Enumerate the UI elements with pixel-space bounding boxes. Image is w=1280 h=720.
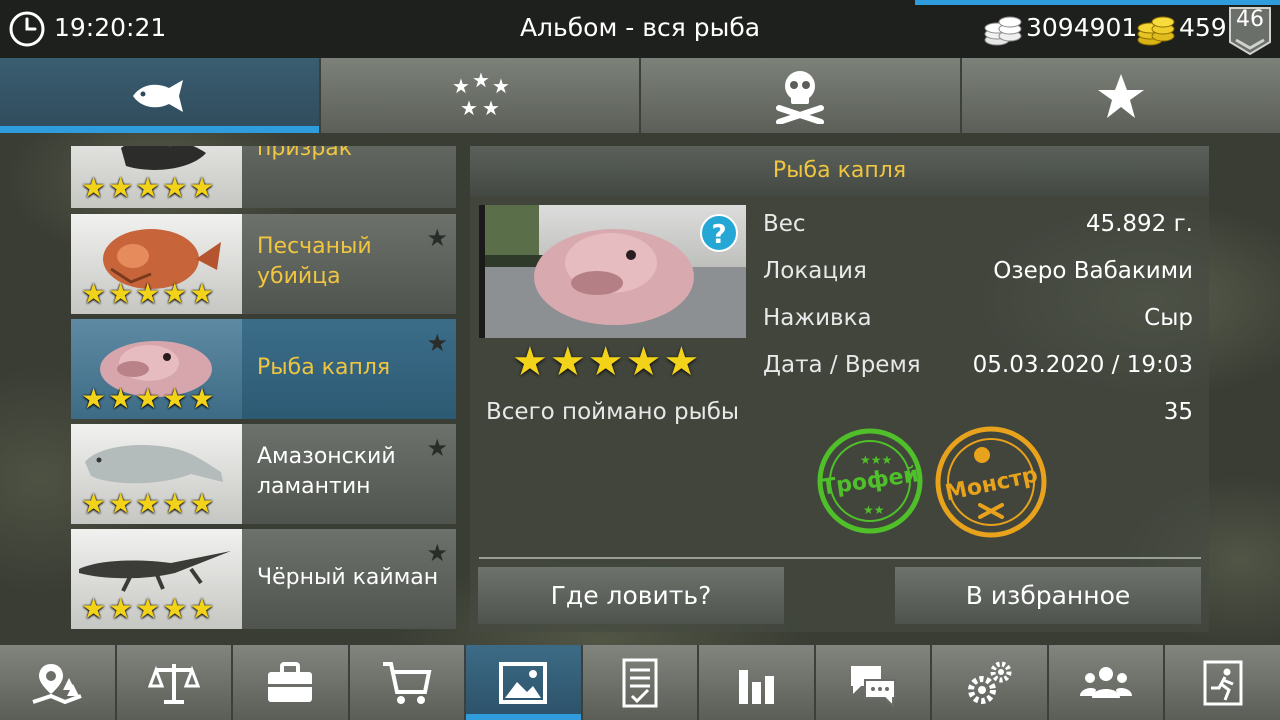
favorite-star-icon[interactable]: ★ <box>426 539 448 567</box>
fish-rating-stars: ★★★★★ <box>81 487 217 520</box>
favorite-star-icon[interactable]: ★ <box>426 329 448 357</box>
list-item-fish-1[interactable]: ★★★★★ Песчаный убийца ★ <box>71 214 456 314</box>
map-icon <box>32 663 82 704</box>
fish-rating-stars: ★★★★★ <box>81 171 217 204</box>
monster-stamp-icon: Монстр <box>935 426 1047 538</box>
where-to-fish-button[interactable]: Где ловить? <box>478 567 784 624</box>
location-value: Озеро Вабакими <box>993 258 1193 284</box>
exit-icon <box>1203 660 1243 705</box>
list-item-fish-0[interactable]: ★★★★★ Каменный призрак <box>71 146 456 208</box>
help-icon[interactable]: ? <box>700 214 738 252</box>
fish-detail-panel: Рыба капля ? ★★★★★ Вес 45.892 г. Локация… <box>470 146 1209 632</box>
fish-rating-stars: ★★★★★ <box>81 277 217 310</box>
nav-settings[interactable] <box>932 645 1049 720</box>
level-progress-bar <box>915 0 1280 5</box>
divider <box>479 557 1201 559</box>
favorite-star-icon[interactable]: ★ <box>426 434 448 462</box>
nav-shop[interactable] <box>349 645 467 720</box>
datetime-value: 05.03.2020 / 19:03 <box>972 352 1193 378</box>
stars-icon: ★ ★ ★ ★ ★ <box>452 71 510 120</box>
favorite-star-icon[interactable]: ★ <box>426 224 448 252</box>
trophy-badge-label: Трофей <box>820 462 921 500</box>
nav-friends[interactable] <box>1048 645 1166 720</box>
tab-favorites[interactable] <box>961 58 1280 133</box>
fish-detail-title: Рыба капля <box>470 146 1209 196</box>
svg-text:★★: ★★ <box>863 503 885 517</box>
fish-rating-stars: ★★★★★ <box>512 339 702 385</box>
status-bar: 19:20:21 Альбом - вся рыба 3094901 459 4… <box>0 0 1280 58</box>
nav-exit[interactable] <box>1165 645 1280 720</box>
bait-value: Сыр <box>1144 305 1193 331</box>
fish-name: Рыба капля <box>257 355 391 380</box>
silver-coins-icon <box>984 16 1022 46</box>
player-level: 46 <box>1236 7 1264 32</box>
briefcase-icon <box>268 661 313 702</box>
gold-coins-amount: 459 <box>1179 13 1227 42</box>
svg-text:★★★: ★★★ <box>860 453 892 467</box>
list-item-fish-4[interactable]: ★★★★★ Чёрный кайман ★ <box>71 529 456 629</box>
nav-chat[interactable] <box>815 645 933 720</box>
list-item-fish-2[interactable]: ★★★★★ Рыба капля ★ <box>71 319 456 419</box>
fish-name: Амазонский ламантин <box>257 444 396 499</box>
checklist-icon <box>622 658 658 707</box>
svg-text:★: ★ <box>492 74 510 98</box>
nav-tasks[interactable] <box>582 645 700 720</box>
bar-chart-icon <box>738 669 774 704</box>
bottom-nav <box>0 645 1280 720</box>
location-label: Локация <box>763 258 867 284</box>
tab-rated-fish[interactable]: ★ ★ ★ ★ ★ <box>320 58 641 133</box>
weight-label: Вес <box>763 211 806 237</box>
skull-crossbones-icon <box>776 70 825 124</box>
tab-monster-fish[interactable] <box>641 58 962 133</box>
fish-name: Песчаный убийца <box>257 234 372 289</box>
gold-coins-icon <box>1137 16 1175 46</box>
fish-rating-stars: ★★★★★ <box>81 382 217 415</box>
total-caught-label: Всего поймано рыбы <box>486 399 740 425</box>
nav-map[interactable] <box>0 645 117 720</box>
fish-rating-stars: ★★★★★ <box>81 592 217 625</box>
fish-name: Чёрный кайман <box>257 565 439 590</box>
add-to-favorites-button[interactable]: В избранное <box>895 567 1201 624</box>
chat-icon <box>851 665 897 708</box>
trophy-stamp-icon: ★★★ ★★ Трофей <box>817 428 923 534</box>
svg-text:★: ★ <box>472 71 490 92</box>
people-icon <box>1080 666 1133 698</box>
datetime-label: Дата / Время <box>763 352 921 378</box>
monster-badge-label: Монстр <box>943 462 1040 506</box>
fish-name: Каменный призрак <box>257 146 353 161</box>
gallery-icon <box>499 661 548 704</box>
nav-inventory[interactable] <box>233 645 350 720</box>
silver-coins-amount: 3094901 <box>1026 13 1138 42</box>
gears-icon <box>967 661 1012 704</box>
scales-icon <box>147 663 200 704</box>
svg-text:★: ★ <box>482 96 500 120</box>
nav-album[interactable] <box>466 645 583 720</box>
star-icon <box>1097 73 1144 118</box>
svg-text:★: ★ <box>460 96 478 120</box>
nav-statistics[interactable] <box>699 645 816 720</box>
cart-icon <box>382 661 432 704</box>
list-item-fish-3[interactable]: ★★★★★ Амазонский ламантин ★ <box>71 424 456 524</box>
svg-text:★: ★ <box>452 74 470 98</box>
fish-list[interactable]: ★★★★★ Каменный призрак ★★★★★ Песчаный уб… <box>71 146 456 631</box>
tab-all-fish[interactable] <box>0 58 321 133</box>
fish-icon <box>133 79 184 112</box>
bait-label: Наживка <box>763 305 872 331</box>
album-tabs: ★ ★ ★ ★ ★ <box>0 58 1280 133</box>
total-caught-value: 35 <box>1163 399 1193 425</box>
nav-scales[interactable] <box>116 645 234 720</box>
weight-value: 45.892 г. <box>1085 211 1193 237</box>
